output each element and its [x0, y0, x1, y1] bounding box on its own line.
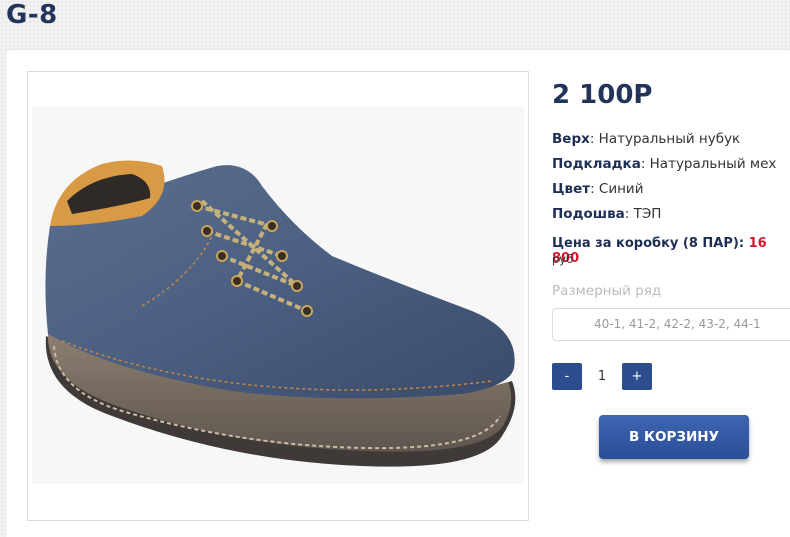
spec-lining: Подкладка: Натуральный мех	[552, 156, 776, 172]
product-image-frame[interactable]	[27, 71, 529, 521]
spec-value: : Синий	[590, 181, 644, 197]
spec-label: Подкладка	[552, 156, 641, 172]
spec-value: : ТЭП	[624, 206, 662, 222]
page-title: G-8	[6, 0, 58, 30]
spec-color: Цвет: Синий	[552, 181, 643, 197]
product-image	[32, 106, 524, 484]
spec-sole: Подошва: ТЭП	[552, 206, 661, 222]
quantity-plus-button[interactable]: +	[622, 363, 652, 390]
box-price-unit: руб	[552, 252, 574, 266]
spec-value: : Натуральный нубук	[589, 131, 741, 147]
size-range-field[interactable]: 40-1, 41-2, 42-2, 43-2, 44-1	[552, 308, 790, 341]
quantity-minus-button[interactable]: -	[552, 363, 582, 390]
size-range-label: Размерный ряд	[552, 283, 662, 299]
spec-label: Верх	[552, 131, 590, 147]
product-price: 2 100Р	[552, 80, 653, 110]
add-to-cart-button[interactable]: В КОРЗИНУ	[599, 415, 749, 459]
shoe-image	[45, 160, 516, 467]
spec-upper: Верх: Натуральный нубук	[552, 131, 740, 147]
quantity-value[interactable]: 1	[590, 363, 614, 390]
spec-label: Подошва	[552, 206, 625, 222]
box-price-label: Цена за коробку (8 ПАР):	[552, 236, 745, 251]
spec-value: : Натуральный мех	[640, 156, 777, 172]
box-price: Цена за коробку (8 ПАР): 16 800	[552, 236, 790, 266]
spec-label: Цвет	[552, 181, 591, 197]
